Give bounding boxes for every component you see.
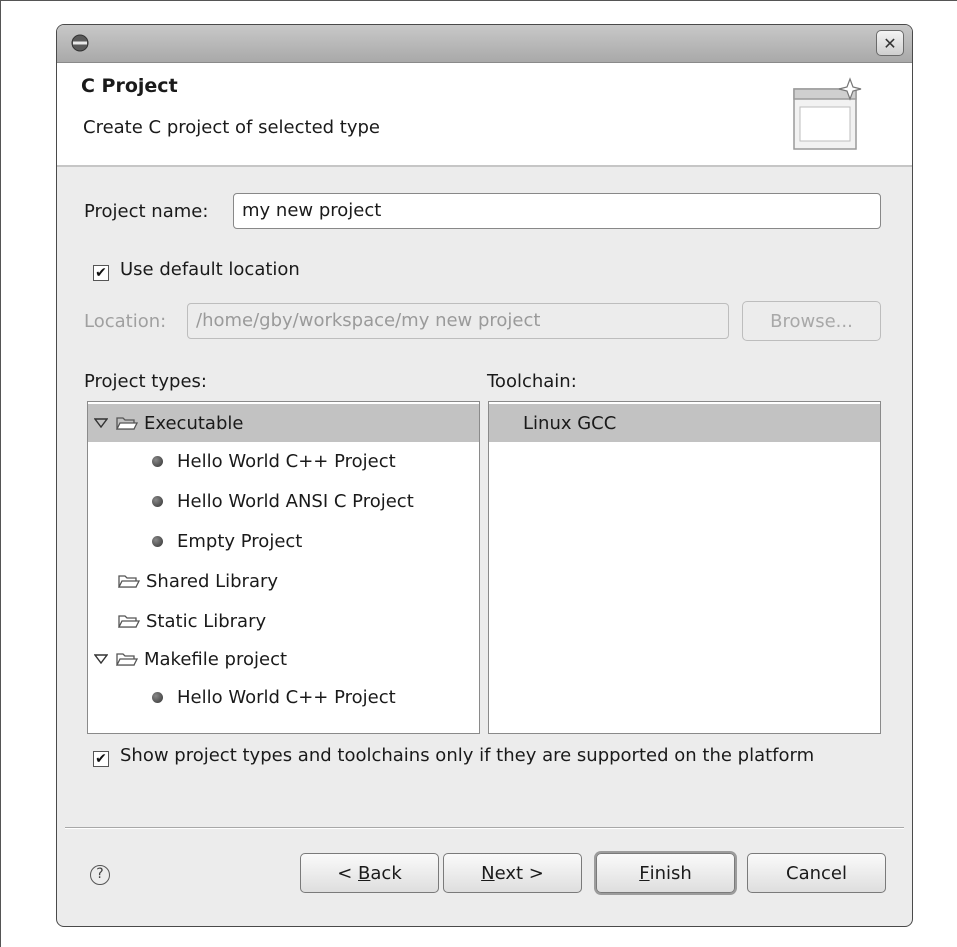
- tree-item-label: Empty Project: [177, 530, 303, 552]
- title-bar[interactable]: ✕: [57, 25, 912, 63]
- button-bar-separator: [65, 827, 904, 829]
- project-name-label: Project name:: [84, 201, 209, 222]
- location-label: Location:: [84, 311, 167, 332]
- tree-item-label: Hello World C++ Project: [177, 450, 396, 472]
- folder-icon: [118, 575, 140, 588]
- finish-button-mnemonic: F: [639, 862, 650, 884]
- wizard-description: Create C project of selected type: [83, 117, 380, 138]
- project-template-icon: [152, 691, 163, 703]
- window-menu-icon[interactable]: [71, 34, 89, 52]
- folder-icon: [116, 417, 138, 430]
- tree-item-makefile-project[interactable]: Makefile project: [88, 640, 479, 678]
- project-types-tree[interactable]: Executable Hello World C++ Project Hello…: [87, 401, 480, 734]
- back-button[interactable]: < Back: [300, 853, 439, 893]
- close-button[interactable]: ✕: [876, 30, 904, 56]
- tree-item-hello-world-cpp[interactable]: Hello World C++ Project: [88, 442, 479, 480]
- toolchain-item-label: Linux GCC: [523, 412, 617, 434]
- tree-item-static-library[interactable]: Static Library: [88, 602, 479, 640]
- back-button-mnemonic: B: [358, 862, 371, 884]
- next-button[interactable]: Next >: [443, 853, 582, 893]
- tree-item-label: Shared Library: [146, 570, 279, 592]
- project-types-label: Project types:: [84, 371, 207, 392]
- tree-item-shared-library[interactable]: Shared Library: [88, 562, 479, 600]
- use-default-location-label[interactable]: Use default location: [120, 259, 300, 280]
- next-button-rest: ext >: [494, 862, 544, 884]
- show-supported-only-checkbox[interactable]: ✔: [93, 751, 109, 767]
- wizard-title: C Project: [81, 75, 178, 97]
- c-project-dialog: ✕ C Project Create C project of selected…: [56, 24, 913, 927]
- expand-triangle-icon[interactable]: [94, 654, 108, 664]
- check-icon: ✔: [95, 265, 107, 281]
- folder-icon: [118, 615, 140, 628]
- folder-icon: [116, 653, 138, 666]
- tree-item-hello-world-ansi-c[interactable]: Hello World ANSI C Project: [88, 482, 479, 520]
- tree-item-executable[interactable]: Executable: [88, 404, 479, 442]
- browse-button-label: Browse...: [770, 310, 853, 332]
- help-icon[interactable]: ?: [90, 865, 110, 885]
- tree-item-label: Static Library: [146, 610, 267, 632]
- tree-item-label: Hello World ANSI C Project: [177, 490, 414, 512]
- project-template-icon: [152, 535, 163, 547]
- toolchain-item-linux-gcc[interactable]: Linux GCC: [489, 404, 880, 442]
- tree-item-label: Executable: [144, 412, 244, 434]
- wizard-banner: C Project Create C project of selected t…: [57, 63, 912, 167]
- use-default-location-checkbox[interactable]: ✔: [93, 265, 109, 281]
- expand-triangle-icon[interactable]: [94, 418, 108, 428]
- tree-item-label: Hello World C++ Project: [177, 686, 396, 708]
- tree-item-empty-project[interactable]: Empty Project: [88, 522, 479, 560]
- back-button-rest: ack: [370, 862, 402, 884]
- close-icon: ✕: [883, 33, 897, 53]
- new-project-wizard-icon: [793, 77, 862, 150]
- finish-button-rest: inish: [649, 862, 692, 884]
- browse-button[interactable]: Browse...: [742, 301, 881, 341]
- toolchain-label: Toolchain:: [487, 371, 577, 392]
- show-supported-only-label[interactable]: Show project types and toolchains only i…: [120, 745, 814, 766]
- project-name-input[interactable]: my new project: [233, 193, 881, 229]
- back-button-prefix: <: [337, 862, 359, 884]
- finish-button[interactable]: Finish: [596, 853, 735, 893]
- cancel-button[interactable]: Cancel: [747, 853, 886, 893]
- cancel-button-label: Cancel: [786, 862, 847, 884]
- check-icon: ✔: [95, 751, 107, 767]
- next-button-mnemonic: N: [481, 862, 495, 884]
- project-template-icon: [152, 455, 163, 467]
- tree-item-label: Makefile project: [144, 648, 288, 670]
- tree-item-makefile-hello-world-cpp[interactable]: Hello World C++ Project: [88, 678, 479, 716]
- project-template-icon: [152, 495, 163, 507]
- location-input[interactable]: /home/gby/workspace/my new project: [187, 303, 729, 339]
- toolchain-list[interactable]: Linux GCC: [488, 401, 881, 734]
